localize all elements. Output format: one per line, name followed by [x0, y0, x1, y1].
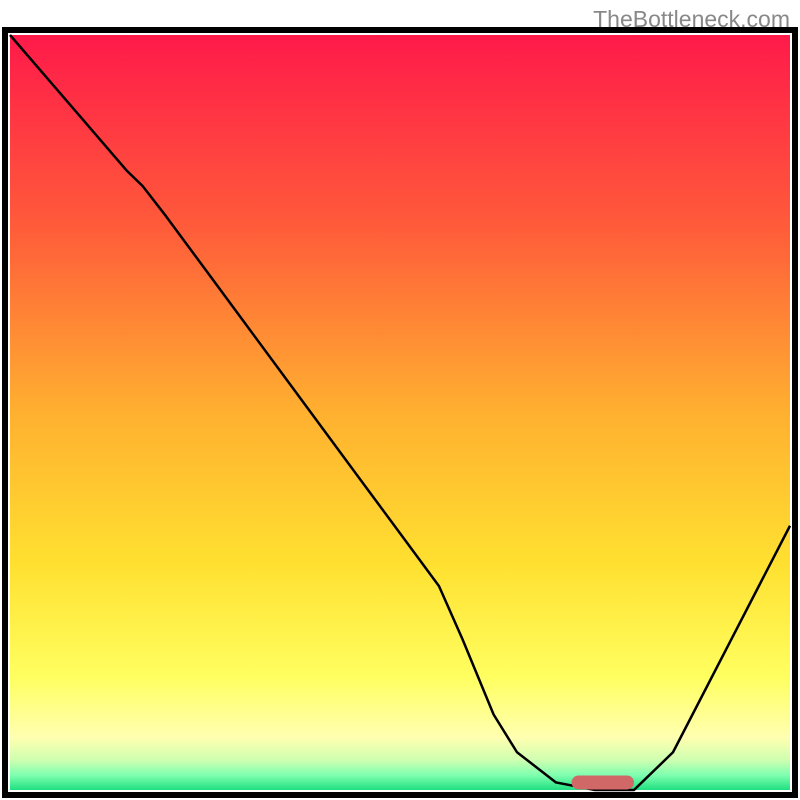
optimal-marker [572, 775, 634, 789]
watermark-text: TheBottleneck.com [593, 6, 790, 33]
gradient-background [10, 35, 790, 790]
bottleneck-chart [0, 0, 800, 800]
chart-container: TheBottleneck.com [0, 0, 800, 800]
